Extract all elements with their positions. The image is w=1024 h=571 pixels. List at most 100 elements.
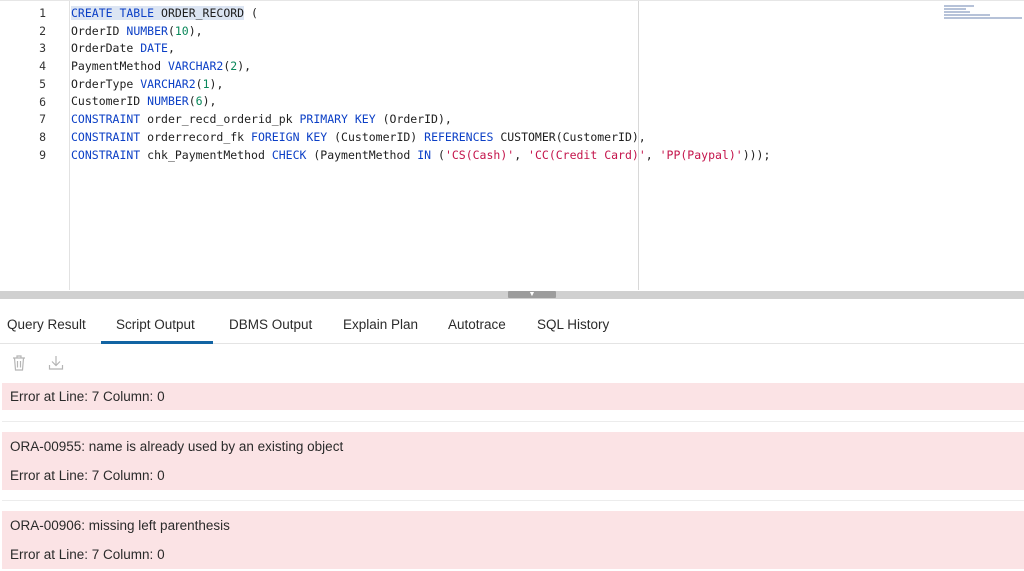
tab-dbms-output[interactable]: DBMS Output [229,317,312,332]
code-token: ( [188,94,196,109]
code-token: CREATE TABLE [71,6,162,20]
error-message-block: ORA-00906: missing left parenthesis Erro… [2,511,1024,569]
code-line[interactable]: CONSTRAINT orderrecord_fk FOREIGN KEY (C… [71,129,770,147]
code-token: PaymentMethod [71,59,168,74]
code-token: CONSTRAINT [71,112,141,127]
code-token: ), [237,59,252,74]
code-token: CONSTRAINT [71,129,141,144]
code-token: ORDER_RECORD [161,6,245,20]
code-token: ( [431,147,445,162]
error-location-text: Error at Line: 7 Column: 0 [10,389,165,404]
code-token: VARCHAR2 [167,59,224,74]
code-token: ))); [742,147,771,162]
code-token: ), [202,94,217,109]
divider [2,421,1024,422]
code-token: PRIMARY KEY [299,112,376,127]
divider [2,500,1024,501]
code-token: 10 [174,23,189,38]
code-line[interactable]: CONSTRAINT order_recd_orderid_pk PRIMARY… [71,111,770,129]
code-token: (PaymentMethod [306,147,418,162]
code-token: CHECK [271,147,307,162]
line-number: 1 [39,6,46,20]
error-message-block: ORA-00955: name is already used by an ex… [2,432,1024,490]
minimap-line [944,14,990,16]
code-token: (OrderID), [375,112,452,127]
code-line[interactable]: CustomerID NUMBER(6), [71,93,770,111]
tab-explain-plan[interactable]: Explain Plan [343,317,418,332]
code-token: , [514,147,529,162]
download-icon [48,356,64,370]
minimap-line [944,8,966,10]
splitter-handle[interactable]: ▼ [508,291,556,298]
line-number: 4 [39,59,46,74]
code-token: (CustomerID) [327,129,425,144]
code-token: orderrecord_fk [140,129,252,144]
code-token: CONSTRAINT [71,147,141,162]
code-token: ( [195,76,203,91]
code-token: CustomerID [71,94,148,109]
line-number: 6 [39,94,46,109]
tab-script-output[interactable]: Script Output [116,317,195,332]
download-output-button[interactable] [46,353,66,373]
code-line[interactable]: CONSTRAINT chk_PaymentMethod CHECK (Paym… [71,147,770,165]
code-token: 'CC(Credit Card)' [528,147,646,162]
code-token: ( [167,23,175,38]
error-location-text: Error at Line: 7 Column: 0 [10,547,165,562]
active-tab-indicator [101,341,213,344]
trash-icon [13,355,25,371]
code-token: REFERENCES [424,129,494,144]
code-token: IN [417,147,432,162]
code-token: OrderDate [71,41,141,56]
line-number: 3 [39,41,46,56]
line-number: 2 [39,23,46,38]
code-token: ), [188,23,203,38]
code-token: CUSTOMER(CustomerID), [493,129,646,144]
tab-query-result[interactable]: Query Result [7,317,86,332]
print-margin-ruler [638,1,639,290]
code-token: order_recd_orderid_pk [140,112,300,127]
code-line[interactable]: OrderDate DATE, [71,40,770,58]
minimap-line [944,11,970,13]
code-token: chk_PaymentMethod [140,147,272,162]
collapse-arrow-icon: ▼ [528,291,536,298]
code-token: ), [209,76,224,91]
minimap-line [944,17,1022,19]
code-minimap[interactable] [944,5,1024,25]
line-number: 8 [39,129,46,144]
code-token: NUMBER [147,94,189,109]
code-token: , [645,147,660,162]
code-token: NUMBER [126,23,168,38]
error-message-block: Error at Line: 7 Column: 0 [2,383,1024,410]
line-number: 5 [39,76,46,91]
code-token: DATE [140,41,168,56]
panel-splitter[interactable]: ▼ [0,291,1024,299]
code-token: FOREIGN KEY [251,129,328,144]
code-line[interactable]: CREATE TABLE ORDER_RECORD ( [71,5,770,23]
code-line[interactable]: OrderID NUMBER(10), [71,23,770,41]
code-line[interactable]: OrderType VARCHAR2(1), [71,76,770,94]
output-toolbar [0,345,1024,381]
code-area[interactable]: CREATE TABLE ORDER_RECORD (OrderID NUMBE… [71,5,770,164]
line-number: 7 [39,112,46,127]
error-location-text: Error at Line: 7 Column: 0 [10,468,165,483]
line-number: 9 [39,147,46,162]
code-token: 6 [195,94,203,109]
output-tabs: Query Result Script Output DBMS Output E… [0,300,1024,344]
line-number-gutter: 1 2 3 4 5 6 7 8 9 [0,1,70,290]
code-token: VARCHAR2 [140,76,196,91]
code-token: ( [244,6,258,20]
code-token: 'PP(Paypal)' [659,147,743,162]
tab-sql-history[interactable]: SQL History [537,317,609,332]
sql-editor[interactable]: 1 2 3 4 5 6 7 8 9 CREATE TABLE ORDER_REC… [0,0,1024,290]
minimap-line [944,5,974,7]
code-token: OrderType [71,76,141,91]
code-token: 'CS(Cash)' [444,147,515,162]
error-message-text: ORA-00906: missing left parenthesis [10,518,230,533]
code-token: , [167,41,175,56]
clear-output-button[interactable] [9,353,29,373]
code-token: OrderID [71,23,127,38]
tab-autotrace[interactable]: Autotrace [448,317,506,332]
code-line[interactable]: PaymentMethod VARCHAR2(2), [71,58,770,76]
error-message-text: ORA-00955: name is already used by an ex… [10,439,344,454]
code-token: 1 [202,76,210,91]
